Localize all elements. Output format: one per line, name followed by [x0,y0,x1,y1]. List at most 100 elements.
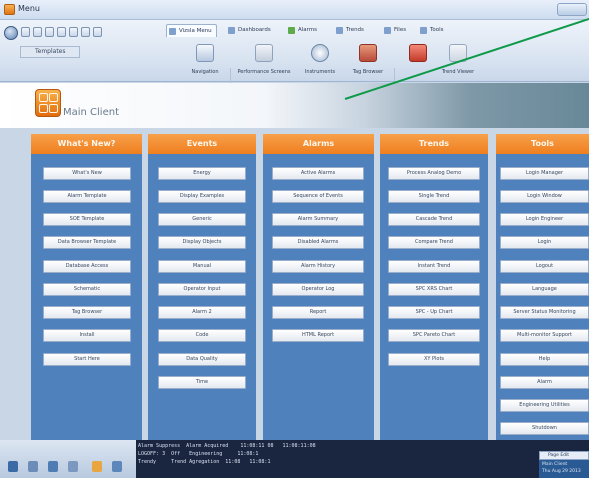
tab-icon [420,27,427,34]
list-button[interactable]: Install [43,329,131,342]
column-gutter [0,134,31,440]
tag-browser-label: Tag Browser [352,69,384,75]
performance-screens-button[interactable]: Performance Screens [234,42,294,80]
tab-dashboards[interactable]: Dashboards [226,24,275,37]
list-button[interactable]: Alarm 2 [158,306,246,319]
list-button[interactable]: Instant Trend [388,260,480,273]
list-button[interactable]: Login Window [500,190,589,203]
window-controls[interactable] [557,3,587,16]
trend-viewer-button[interactable]: Trend Viewer [436,42,480,80]
tag-browser-button[interactable]: Tag Browser [346,42,390,80]
list-button[interactable]: SPC XRS Chart [388,283,480,296]
list-button[interactable]: What's New [43,167,131,180]
list-button[interactable]: Code [158,329,246,342]
redo-icon[interactable] [81,27,90,37]
list-button[interactable]: Logout [500,260,589,273]
list-button[interactable]: Operator Input [158,283,246,296]
list-button[interactable]: Cascade Trend [388,213,480,226]
undo-icon[interactable] [69,27,78,37]
tab-icon [384,27,391,34]
header-band [0,83,589,128]
list-button[interactable]: Generic [158,213,246,226]
list-button[interactable]: Sequence of Events [272,190,364,203]
column-header: What's New? [31,134,142,154]
column-whats-new: What's New? What's New Alarm Template SO… [31,134,142,440]
list-button[interactable]: Shutdown [500,422,589,435]
list-button[interactable]: Server Status Monitoring [500,306,589,319]
tray-icon[interactable] [8,461,18,472]
instruments-icon [311,44,329,62]
ribbon-tabs: Vizsla Menu Dashboards Alarms Trends Fil… [166,22,586,38]
home-icon[interactable] [33,27,42,37]
list-button[interactable]: Database Access [43,260,131,273]
log-line: Alarm Suppress Alarm Acquired 11:08:11 0… [138,443,316,449]
list-button[interactable]: SPC Pareto Chart [388,329,480,342]
list-button[interactable]: Login Engineer [500,213,589,226]
print-icon[interactable] [45,27,54,37]
list-button[interactable]: Display Objects [158,236,246,249]
column-body: What's New Alarm Template SOE Template D… [31,154,142,440]
list-button[interactable]: Data Browser Template [43,236,131,249]
list-button[interactable]: Language [500,283,589,296]
list-button[interactable]: SPC - Up Chart [388,306,480,319]
log-line: Trendy Trend Agregation 11:08 11:08:1 [138,459,271,465]
column-alarms: Alarms Active Alarms Sequence of Events … [263,134,374,440]
list-button[interactable]: Data Quality [158,353,246,366]
tray-icon[interactable] [48,461,58,472]
list-button[interactable]: Help [500,353,589,366]
tray-icon[interactable] [112,461,122,472]
tab-vizsla-menu[interactable]: Vizsla Menu [166,24,217,37]
tray-icon[interactable] [28,461,38,472]
list-button[interactable]: Manual [158,260,246,273]
list-button[interactable]: Display Examples [158,190,246,203]
mini-panel-line: Main Client [542,462,568,467]
list-button[interactable]: Process Analog Demo [388,167,480,180]
tray-icon[interactable] [68,461,78,472]
tray-icon[interactable] [92,461,102,472]
red-tool-button[interactable] [398,42,438,80]
list-button[interactable]: Compare Trend [388,236,480,249]
list-button[interactable]: Engineering Utilities [500,399,589,412]
red-tool-icon [409,44,427,62]
navigation-icon [196,44,214,62]
back-button[interactable] [4,26,18,40]
list-button[interactable]: Disabled Alarms [272,236,364,249]
tab-label: Vizsla Menu [179,28,212,34]
list-button[interactable]: Alarm [500,376,589,389]
tab-label: Files [394,27,407,33]
tab-tools[interactable]: Tools [418,24,448,37]
list-button[interactable]: Tag Browser [43,306,131,319]
list-button[interactable]: Operator Log [272,283,364,296]
list-button[interactable]: Login [500,236,589,249]
tab-icon [169,28,176,35]
list-button[interactable]: SOE Template [43,213,131,226]
tab-trends[interactable]: Trends [334,24,368,37]
forward-icon[interactable] [21,27,30,37]
list-button[interactable]: Alarm Summary [272,213,364,226]
list-button[interactable]: Start Here [43,353,131,366]
list-button[interactable]: Active Alarms [272,167,364,180]
list-button[interactable]: Alarm History [272,260,364,273]
list-button[interactable]: Single Trend [388,190,480,203]
settings-icon[interactable] [93,27,102,37]
save-icon[interactable] [57,27,66,37]
instruments-button[interactable]: Instruments [298,42,342,80]
ribbon-group: Navigation Performance Screens Instrumen… [166,42,474,98]
tab-label: Trends [346,27,364,33]
list-button[interactable]: Alarm Template [43,190,131,203]
column-tools: Tools Login Manager Login Window Login E… [496,134,589,440]
list-button[interactable]: XY Plots [388,353,480,366]
list-button[interactable]: Time [158,376,246,389]
list-button[interactable]: Multi-monitor Support [500,329,589,342]
list-button[interactable]: Report [272,306,364,319]
list-button[interactable]: Login Manager [500,167,589,180]
tab-alarms[interactable]: Alarms [286,24,321,37]
tab-icon [228,27,235,34]
list-button[interactable]: Schematic [43,283,131,296]
tab-label: Tools [430,27,444,33]
navigation-button[interactable]: Navigation [184,42,226,80]
list-button[interactable]: HTML Report [272,329,364,342]
tab-files[interactable]: Files [382,24,410,37]
mini-panel[interactable]: Page Edit Main Client Thu Aug 29 2013 [539,451,589,478]
list-button[interactable]: Energy [158,167,246,180]
